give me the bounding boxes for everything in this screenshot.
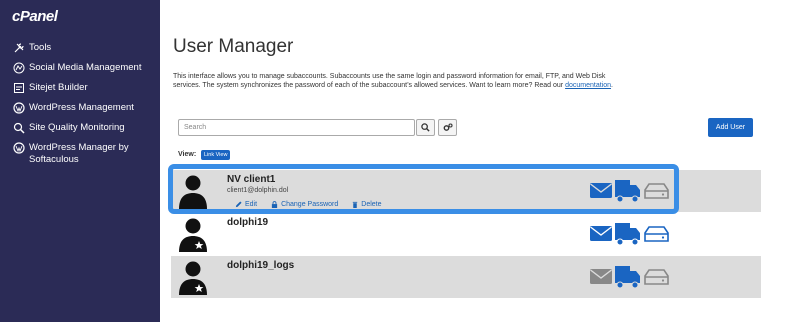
sidebar-item-label: Sitejet Builder: [29, 82, 88, 93]
user-name: NV client1: [227, 174, 276, 185]
settings-button[interactable]: [438, 119, 457, 136]
sidebar-item-wordpress-management[interactable]: WordPress Management: [0, 102, 160, 114]
page-description: This interface allows you to manage suba…: [173, 72, 618, 90]
main-content: User Manager This interface allows you t…: [160, 0, 808, 322]
sidebar-item-label: WordPress Management: [29, 102, 134, 113]
page-title: User Manager: [173, 36, 294, 57]
service-icons: [590, 223, 669, 246]
sidebar: cPanel Tools Social Media Management Sit…: [0, 0, 160, 322]
lock-icon: [271, 201, 278, 208]
view-mode-toggle[interactable]: Link View: [201, 150, 231, 160]
email-icon[interactable]: [590, 269, 612, 284]
ftp-truck-icon[interactable]: [615, 266, 640, 289]
sidebar-item-sitejet[interactable]: Sitejet Builder: [0, 82, 160, 94]
user-email: client1@dolphin.dol: [227, 187, 289, 194]
delete-label: Delete: [361, 201, 382, 208]
pencil-icon: [235, 201, 242, 208]
webdisk-drive-icon[interactable]: [644, 183, 669, 199]
table-row: dolphi19_logs: [171, 256, 761, 298]
search-button[interactable]: [416, 119, 435, 136]
user-avatar-icon: [179, 261, 207, 295]
service-icons: [590, 266, 669, 289]
wordpress-icon: [13, 142, 25, 154]
gears-icon: [443, 123, 453, 131]
ftp-truck-icon[interactable]: [615, 180, 640, 203]
service-icons: [590, 180, 669, 203]
edit-link[interactable]: Edit: [235, 201, 257, 208]
sidebar-item-label: Social Media Management: [29, 62, 142, 73]
sidebar-nav: Tools Social Media Management Sitejet Bu…: [0, 42, 160, 174]
sidebar-item-label: WordPress Manager by Softaculous: [29, 142, 129, 165]
table-row: dolphi19: [171, 213, 761, 255]
webdisk-drive-icon[interactable]: [644, 269, 669, 285]
user-name: dolphi19_logs: [227, 260, 295, 271]
search-icon: [421, 123, 430, 132]
sidebar-item-label: Tools: [29, 42, 52, 53]
sidebar-item-social-media[interactable]: Social Media Management: [0, 62, 160, 74]
email-icon[interactable]: [590, 183, 612, 198]
user-avatar-icon: [179, 218, 207, 252]
sidebar-item-tools[interactable]: Tools: [0, 42, 160, 54]
row-actions: Edit Change Password Delete: [235, 201, 382, 208]
description-text: This interface allows you to manage suba…: [173, 73, 606, 89]
sitejet-icon: [13, 82, 25, 94]
ftp-truck-icon[interactable]: [615, 223, 640, 246]
webdisk-drive-icon[interactable]: [644, 226, 669, 242]
documentation-link[interactable]: documentation: [565, 82, 611, 89]
wordpress-icon: [13, 102, 25, 114]
user-avatar-icon: [179, 175, 207, 209]
view-label: View:: [178, 151, 197, 158]
magnifier-icon: [13, 122, 25, 134]
change-password-link[interactable]: Change Password: [271, 201, 338, 208]
tools-icon: [13, 42, 25, 54]
user-name: dolphi19: [227, 217, 269, 228]
cpanel-logo[interactable]: cPanel: [12, 8, 58, 25]
search-input[interactable]: Search: [178, 119, 415, 136]
sidebar-item-site-quality[interactable]: Site Quality Monitoring: [0, 122, 160, 134]
edit-label: Edit: [245, 201, 258, 208]
sidebar-item-wordpress-softaculous[interactable]: WordPress Manager by Softaculous: [0, 142, 160, 166]
delete-link[interactable]: Delete: [352, 201, 382, 208]
change-password-label: Change Password: [281, 201, 339, 208]
description-suffix: .: [611, 82, 613, 89]
social-icon: [13, 62, 25, 74]
table-row: NV client1 client1@dolphin.dol Edit Chan…: [171, 170, 761, 212]
email-icon[interactable]: [590, 226, 612, 241]
trash-icon: [353, 201, 358, 208]
sidebar-item-label: Site Quality Monitoring: [29, 122, 125, 133]
add-user-button[interactable]: Add User: [708, 118, 753, 137]
